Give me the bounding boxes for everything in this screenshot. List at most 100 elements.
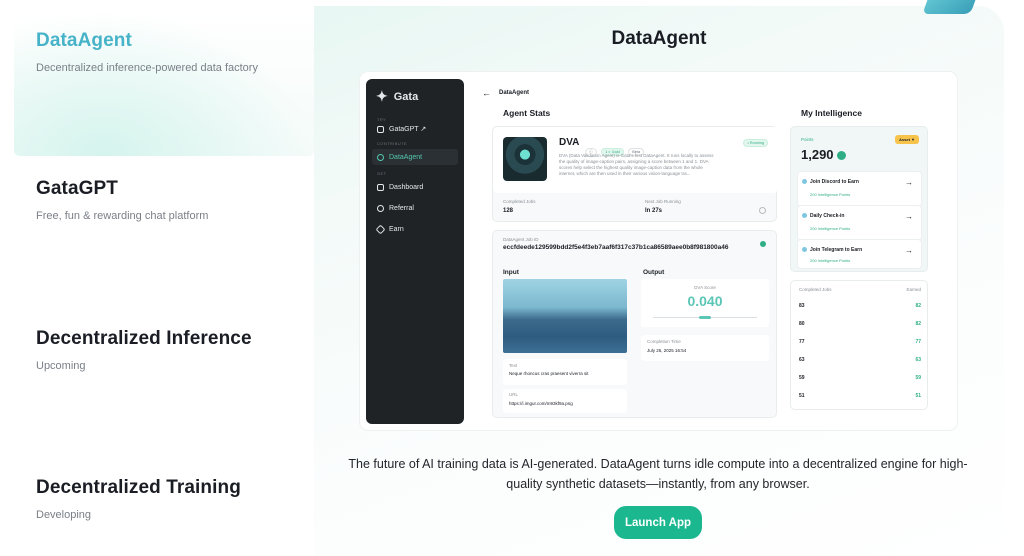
agent-name: DVA xyxy=(559,137,580,148)
app-sidebar: ✦ Gata TRY GataGPT ↗ CONTRIBUTE DataAgent… xyxy=(366,79,464,424)
breadcrumb: ← DataAgent xyxy=(482,88,529,98)
arrow-right-icon: → xyxy=(905,246,913,255)
task-daily-checkin[interactable]: Daily Check-in 200 Intelligence Points → xyxy=(797,205,922,241)
job-earned: 77 xyxy=(915,339,921,345)
sparkle-icon: ✦ xyxy=(376,88,388,104)
job-id-value: eccfdeede129599bdd2f5e4f3eb7aaf6f317c37b… xyxy=(503,244,729,251)
decorative-corner-shape xyxy=(922,0,978,14)
nav-subtitle: Free, fun & rewarding chat platform xyxy=(36,210,209,222)
url-label: URL xyxy=(509,392,519,397)
completed-jobs-label: Completed Jobs xyxy=(503,199,536,204)
agent-card: DVA ⓘ 1 ◐ Gold Beta • Running DVA (Data … xyxy=(492,126,778,222)
launch-app-button[interactable]: Launch App xyxy=(614,506,702,539)
task-reward: 200 Intelligence Points xyxy=(810,258,851,263)
nav-title: DataAgent xyxy=(36,30,132,51)
earn-icon xyxy=(375,224,386,234)
list-header: Completed Jobs Earned xyxy=(791,287,929,292)
sidebar-item-referral[interactable]: Referral xyxy=(372,200,458,216)
agent-description: DVA (Data Validation Agent) is Gata's fi… xyxy=(559,153,714,176)
list-item: 77 77 xyxy=(791,339,929,345)
text-label: Text xyxy=(509,363,518,368)
list-item: 59 59 xyxy=(791,375,929,381)
task-title: Join Telegram to Earn xyxy=(810,247,863,253)
referral-icon xyxy=(377,204,384,212)
score-value: 0.040 xyxy=(687,293,723,309)
app-brand: Gata xyxy=(393,90,419,103)
task-title: Daily Check-in xyxy=(810,213,845,219)
next-job-label: Next Job Running xyxy=(645,199,681,204)
completion-time-label: Completion Time xyxy=(647,339,681,344)
sidebar-item-label: Dashboard xyxy=(389,183,424,191)
back-arrow-icon[interactable]: ← xyxy=(482,88,491,98)
list-item: 63 63 xyxy=(791,357,929,363)
task-title: Join Discord to Earn xyxy=(810,179,859,185)
job-earned: 51 xyxy=(915,393,921,399)
task-reward: 200 Intelligence Points xyxy=(810,226,851,231)
nav-item-gatagpt[interactable]: GataGPT Free, fun & rewarding chat platf… xyxy=(36,178,208,222)
sidebar-section-label: CONTRIBUTE xyxy=(377,141,407,146)
output-label: Output xyxy=(643,269,665,276)
intelligence-heading: My Intelligence xyxy=(801,108,862,118)
completion-time-value: July 25, 2025 16:54 xyxy=(647,348,687,353)
dashboard-icon xyxy=(377,183,384,191)
agent-stats-heading: Agent Stats xyxy=(503,108,551,118)
app-preview-screenshot: ✦ Gata TRY GataGPT ↗ CONTRIBUTE DataAgent… xyxy=(360,72,957,430)
nav-title: Decentralized Training xyxy=(36,477,241,498)
list-header-right: Earned xyxy=(906,287,921,292)
agent-icon xyxy=(377,153,384,161)
completion-time-box: Completion Time July 25, 2025 16:54 xyxy=(641,335,769,361)
intelligence-card: Points 1,290 Asset ▼ Join Discord to Ear… xyxy=(790,126,928,272)
completed-jobs-value: 128 xyxy=(503,208,514,214)
nav-title: Decentralized Inference xyxy=(36,328,252,349)
sidebar-item-label: GataGPT ↗ xyxy=(389,126,427,133)
sidebar-item-dashboard[interactable]: Dashboard xyxy=(372,179,458,195)
points-label: Points xyxy=(801,137,814,142)
job-earned: 82 xyxy=(915,303,921,309)
list-item: 83 82 xyxy=(791,303,929,309)
job-count: 77 xyxy=(799,339,805,345)
score-slider-marker xyxy=(699,316,711,319)
job-id-label: DataAgent Job ID xyxy=(503,237,539,242)
chat-icon xyxy=(377,125,384,133)
app-logo: ✦ Gata xyxy=(376,88,418,105)
product-description: The future of AI training data is AI-gen… xyxy=(348,457,968,491)
score-box: DVA Score 0.040 xyxy=(641,279,769,327)
nav-item-decentralized-training[interactable]: Decentralized Training Developing xyxy=(36,477,241,521)
job-count: 59 xyxy=(799,375,805,381)
nav-subtitle: Upcoming xyxy=(36,360,86,372)
nav-item-decentralized-inference[interactable]: Decentralized Inference Upcoming xyxy=(36,328,252,372)
job-count: 63 xyxy=(799,357,805,363)
input-image-ocean xyxy=(503,279,627,353)
sidebar-item-dataagent[interactable]: DataAgent xyxy=(372,149,458,165)
list-header-left: Completed Jobs xyxy=(799,287,832,292)
status-badge: • Running xyxy=(743,139,768,147)
status-dot-icon xyxy=(760,241,766,247)
job-count: 83 xyxy=(799,303,805,309)
sidebar-item-label: Referral xyxy=(389,204,414,212)
sidebar-item-gatagpt[interactable]: GataGPT ↗ xyxy=(372,121,458,137)
nav-subtitle: Developing xyxy=(36,509,92,521)
sidebar-item-label: Earn xyxy=(389,225,404,233)
nav-item-dataagent[interactable]: DataAgent Decentralized inference-powere… xyxy=(36,30,258,74)
asset-dropdown[interactable]: Asset ▼ xyxy=(895,135,919,144)
job-count: 80 xyxy=(799,321,805,327)
task-reward: 200 Intelligence Points xyxy=(810,192,851,197)
next-job-value: In 27s xyxy=(645,208,663,214)
arrow-right-icon: → xyxy=(905,178,913,187)
product-nav xyxy=(0,0,314,556)
discord-icon xyxy=(802,179,807,184)
nav-title: GataGPT xyxy=(36,178,118,199)
task-discord[interactable]: Join Discord to Earn 200 Intelligence Po… xyxy=(797,171,922,207)
sidebar-item-label: DataAgent xyxy=(389,153,423,161)
completed-jobs-list: Completed Jobs Earned 83 82 80 82 77 77 63 6… xyxy=(790,280,928,410)
url-field-box: URL https://i.imgur.com/m93kf9a.png xyxy=(503,389,627,413)
job-count: 51 xyxy=(799,393,805,399)
url-value: https://i.imgur.com/m93kf9a.png xyxy=(509,401,573,406)
points-token-icon xyxy=(837,151,847,161)
sidebar-item-earn[interactable]: Earn xyxy=(372,221,458,237)
score-label: DVA Score xyxy=(694,285,716,290)
agent-avatar xyxy=(503,137,547,181)
list-item: 51 51 xyxy=(791,393,929,399)
panel-title: DataAgent xyxy=(611,28,707,49)
task-telegram[interactable]: Join Telegram to Earn 200 Intelligence P… xyxy=(797,239,922,269)
